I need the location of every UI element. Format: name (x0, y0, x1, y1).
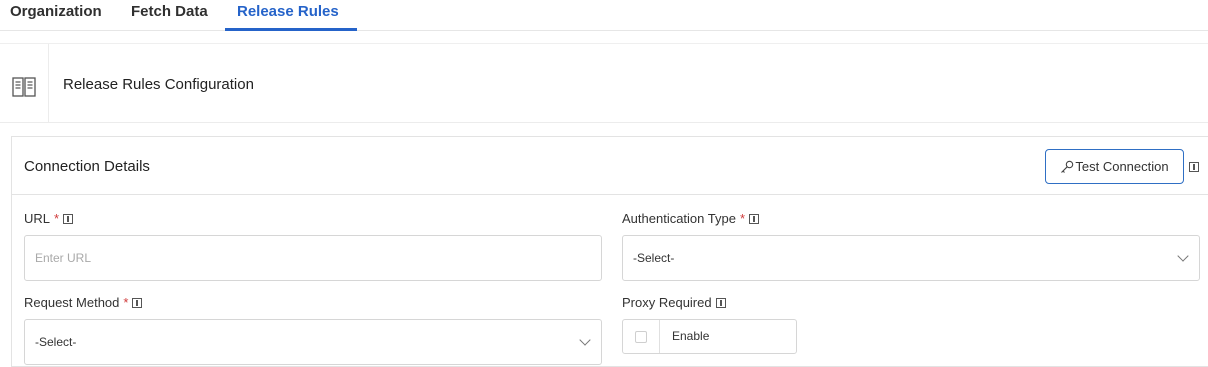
book-icon (12, 77, 36, 97)
info-icon[interactable] (749, 213, 760, 224)
info-icon[interactable] (63, 213, 74, 224)
proxy-enable-toggle[interactable]: Enable (622, 319, 797, 354)
request-method-select[interactable]: -Select- (24, 319, 602, 365)
info-icon[interactable] (1189, 162, 1199, 172)
header-divider (48, 44, 49, 123)
request-method-value: -Select- (35, 335, 77, 349)
tab-organization[interactable]: Organization (10, 3, 102, 31)
test-connection-label: Test Connection (1075, 159, 1169, 174)
auth-type-label: Authentication Type * (622, 211, 760, 226)
panel-header: Connection Details Test Connection (12, 137, 1208, 195)
chevron-down-icon (1177, 250, 1189, 262)
test-connection-button[interactable]: Test Connection (1045, 149, 1184, 184)
proxy-enable-checkbox[interactable] (635, 331, 647, 343)
info-icon[interactable] (132, 297, 143, 308)
page-header: Release Rules Configuration (0, 43, 1208, 123)
auth-type-value: -Select- (633, 251, 675, 265)
panel-title: Connection Details (24, 158, 150, 175)
proxy-enable-label: Enable (672, 329, 710, 343)
tab-fetch-data[interactable]: Fetch Data (131, 3, 208, 31)
key-icon (1061, 160, 1074, 173)
url-label: URL * (24, 211, 74, 226)
chevron-down-icon (579, 334, 591, 346)
tab-bar: Organization Fetch Data Release Rules (0, 0, 1208, 31)
auth-type-select[interactable]: -Select- (622, 235, 1200, 281)
page-title: Release Rules Configuration (63, 76, 254, 93)
request-method-label: Request Method * (24, 295, 143, 310)
url-input[interactable] (24, 235, 602, 281)
divider (659, 320, 660, 353)
tab-release-rules[interactable]: Release Rules (237, 3, 339, 31)
connection-details-panel: Connection Details Test Connection URL *… (11, 136, 1208, 367)
active-tab-indicator (225, 28, 357, 31)
info-icon[interactable] (715, 297, 726, 308)
proxy-required-label: Proxy Required (622, 295, 726, 310)
